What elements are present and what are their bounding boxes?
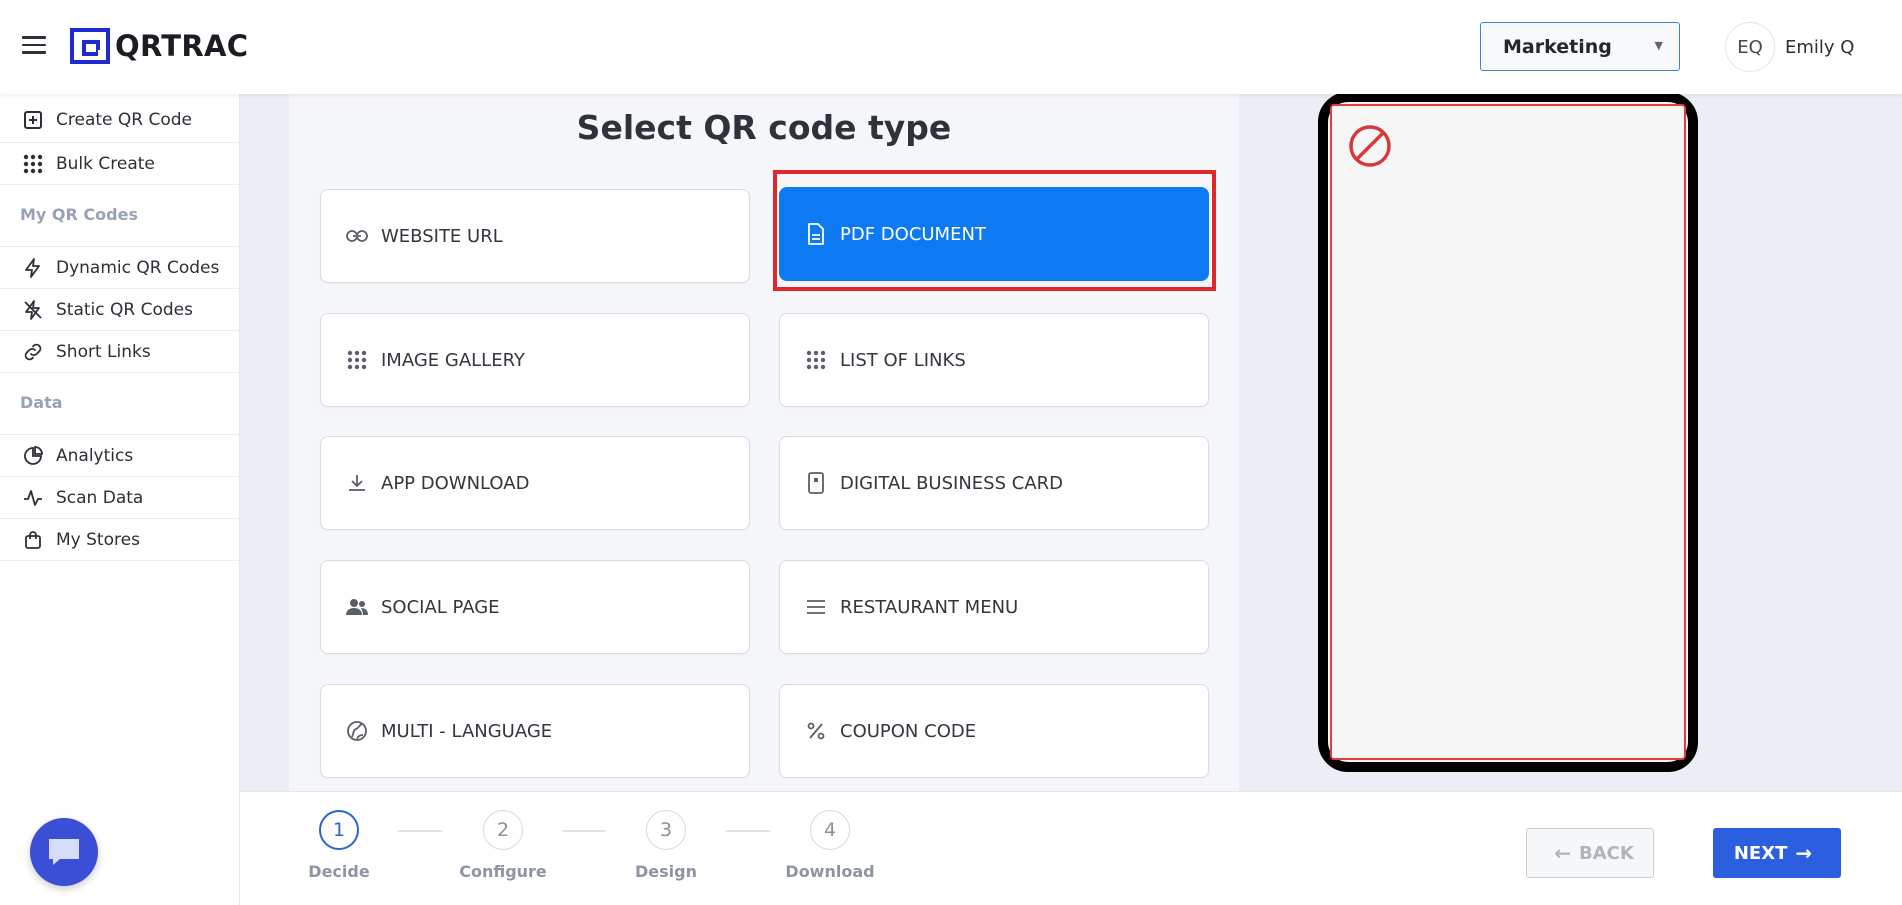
sidebar-item-short-links[interactable]: Short Links: [0, 331, 239, 373]
step-download[interactable]: 4 Download: [785, 810, 875, 881]
type-card-coupon-code[interactable]: COUPON CODE: [779, 684, 1209, 778]
type-card-multi-language[interactable]: MULTI - LANGUAGE: [320, 684, 750, 778]
sidebar-item-analytics[interactable]: Analytics: [0, 435, 239, 477]
step-label: Design: [635, 862, 697, 881]
grid-dots-icon: [22, 153, 44, 175]
type-card-digital-business-card[interactable]: DIGITAL BUSINESS CARD: [779, 436, 1209, 530]
sidebar-item-label: Short Links: [56, 341, 151, 362]
step-label: Decide: [308, 862, 370, 881]
sidebar-item-bulk-create[interactable]: Bulk Create: [0, 143, 239, 185]
sidebar-item-scan-data[interactable]: Scan Data: [0, 477, 239, 519]
next-button[interactable]: NEXT →: [1713, 828, 1841, 878]
grid-dots-icon: [804, 348, 828, 372]
arrow-right-icon: →: [1795, 841, 1813, 865]
top-header: QRTRAC Marketing ▼ EQ Emily Q: [0, 0, 1902, 94]
plus-square-icon: [22, 109, 44, 131]
next-button-label: NEXT: [1733, 842, 1788, 864]
back-button[interactable]: ← BACK: [1526, 828, 1654, 878]
step-label: Configure: [459, 862, 547, 881]
type-card-label: LIST OF LINKS: [840, 349, 966, 371]
logo-text: QRTRAC: [115, 29, 249, 63]
phone-card-icon: [804, 471, 828, 495]
type-card-image-gallery[interactable]: IMAGE GALLERY: [320, 313, 750, 407]
type-card-label: WEBSITE URL: [381, 225, 503, 247]
qr-type-panel: Select QR code type WEBSITE URL PDF DOCU…: [289, 94, 1239, 791]
sidebar-item-label: Scan Data: [56, 487, 144, 508]
back-button-label: BACK: [1578, 842, 1634, 864]
language-icon: [345, 719, 369, 743]
step-label: Download: [785, 862, 875, 881]
step-configure[interactable]: 2 Configure: [458, 810, 548, 881]
sidebar-item-my-stores[interactable]: My Stores: [0, 519, 239, 561]
workspace-select[interactable]: Marketing ▼: [1480, 22, 1680, 71]
sidebar-item-label: My Stores: [56, 529, 140, 550]
activity-icon: [22, 487, 44, 509]
step-number: 4: [810, 810, 850, 850]
step-connector: [398, 830, 442, 832]
arrow-left-icon: ←: [1554, 841, 1571, 865]
sidebar-item-static-qr-codes[interactable]: Static QR Codes: [0, 289, 239, 331]
no-entry-icon: [1349, 125, 1391, 167]
logo-mark-icon: [70, 28, 110, 64]
step-number: 1: [319, 810, 359, 850]
sidebar-section-my-qr-codes: My QR Codes: [0, 185, 239, 247]
link-icon: [22, 341, 44, 363]
sidebar-item-label: Dynamic QR Codes: [56, 257, 220, 278]
hamburger-menu-icon[interactable]: [22, 36, 46, 56]
type-card-pdf-document[interactable]: PDF DOCUMENT: [779, 187, 1209, 281]
type-card-app-download[interactable]: APP DOWNLOAD: [320, 436, 750, 530]
step-connector: [562, 830, 606, 832]
type-card-label: IMAGE GALLERY: [381, 349, 525, 371]
step-design[interactable]: 3 Design: [621, 810, 711, 881]
grid-dots-icon: [345, 348, 369, 372]
people-icon: [345, 595, 369, 619]
avatar: EQ: [1725, 22, 1775, 72]
wizard-footer: 1 Decide 2 Configure 3 Design 4 Download…: [240, 791, 1902, 905]
type-card-label: SOCIAL PAGE: [381, 596, 500, 618]
sidebar-item-dynamic-qr-codes[interactable]: Dynamic QR Codes: [0, 247, 239, 289]
page-title: Select QR code type: [576, 108, 952, 147]
type-card-social-page[interactable]: SOCIAL PAGE: [320, 560, 750, 654]
document-icon: [804, 222, 828, 246]
download-icon: [345, 471, 369, 495]
logo[interactable]: QRTRAC: [70, 28, 248, 64]
workspace-value: Marketing: [1503, 36, 1612, 58]
chat-support-button[interactable]: [30, 818, 98, 886]
sidebar: Create QR Code Bulk Create My QR Codes D…: [0, 94, 240, 905]
sidebar-item-label: Analytics: [56, 445, 134, 466]
lightning-icon: [22, 257, 44, 279]
chat-bubble-icon: [49, 839, 79, 865]
sidebar-item-create-qr-code[interactable]: Create QR Code: [0, 94, 239, 143]
user-menu[interactable]: EQ Emily Q: [1725, 22, 1854, 72]
type-card-label: APP DOWNLOAD: [381, 472, 530, 494]
type-card-label: RESTAURANT MENU: [840, 596, 1019, 618]
lines-icon: [804, 595, 828, 619]
sidebar-section-data: Data: [0, 373, 239, 435]
step-number: 2: [483, 810, 523, 850]
sidebar-item-label: Create QR Code: [56, 110, 193, 130]
type-card-website-url[interactable]: WEBSITE URL: [320, 189, 750, 283]
step-decide[interactable]: 1 Decide: [294, 810, 384, 881]
type-card-label: PDF DOCUMENT: [840, 223, 986, 245]
percent-icon: [804, 719, 828, 743]
type-card-label: DIGITAL BUSINESS CARD: [840, 472, 1064, 494]
step-number: 3: [646, 810, 686, 850]
sidebar-item-label: Bulk Create: [56, 153, 155, 174]
sidebar-item-label: Static QR Codes: [56, 299, 193, 320]
chevron-down-icon: ▼: [1654, 39, 1663, 52]
type-card-label: MULTI - LANGUAGE: [381, 720, 553, 742]
link-icon: [345, 224, 369, 248]
type-card-label: COUPON CODE: [840, 720, 977, 742]
type-card-restaurant-menu[interactable]: RESTAURANT MENU: [779, 560, 1209, 654]
phone-preview: [1318, 92, 1698, 772]
step-connector: [726, 830, 770, 832]
pie-chart-icon: [22, 445, 44, 467]
shopping-bag-icon: [22, 529, 44, 551]
user-name: Emily Q: [1785, 36, 1855, 58]
lightning-off-icon: [22, 299, 44, 321]
type-card-list-of-links[interactable]: LIST OF LINKS: [779, 313, 1209, 407]
phone-screen: [1330, 104, 1686, 760]
